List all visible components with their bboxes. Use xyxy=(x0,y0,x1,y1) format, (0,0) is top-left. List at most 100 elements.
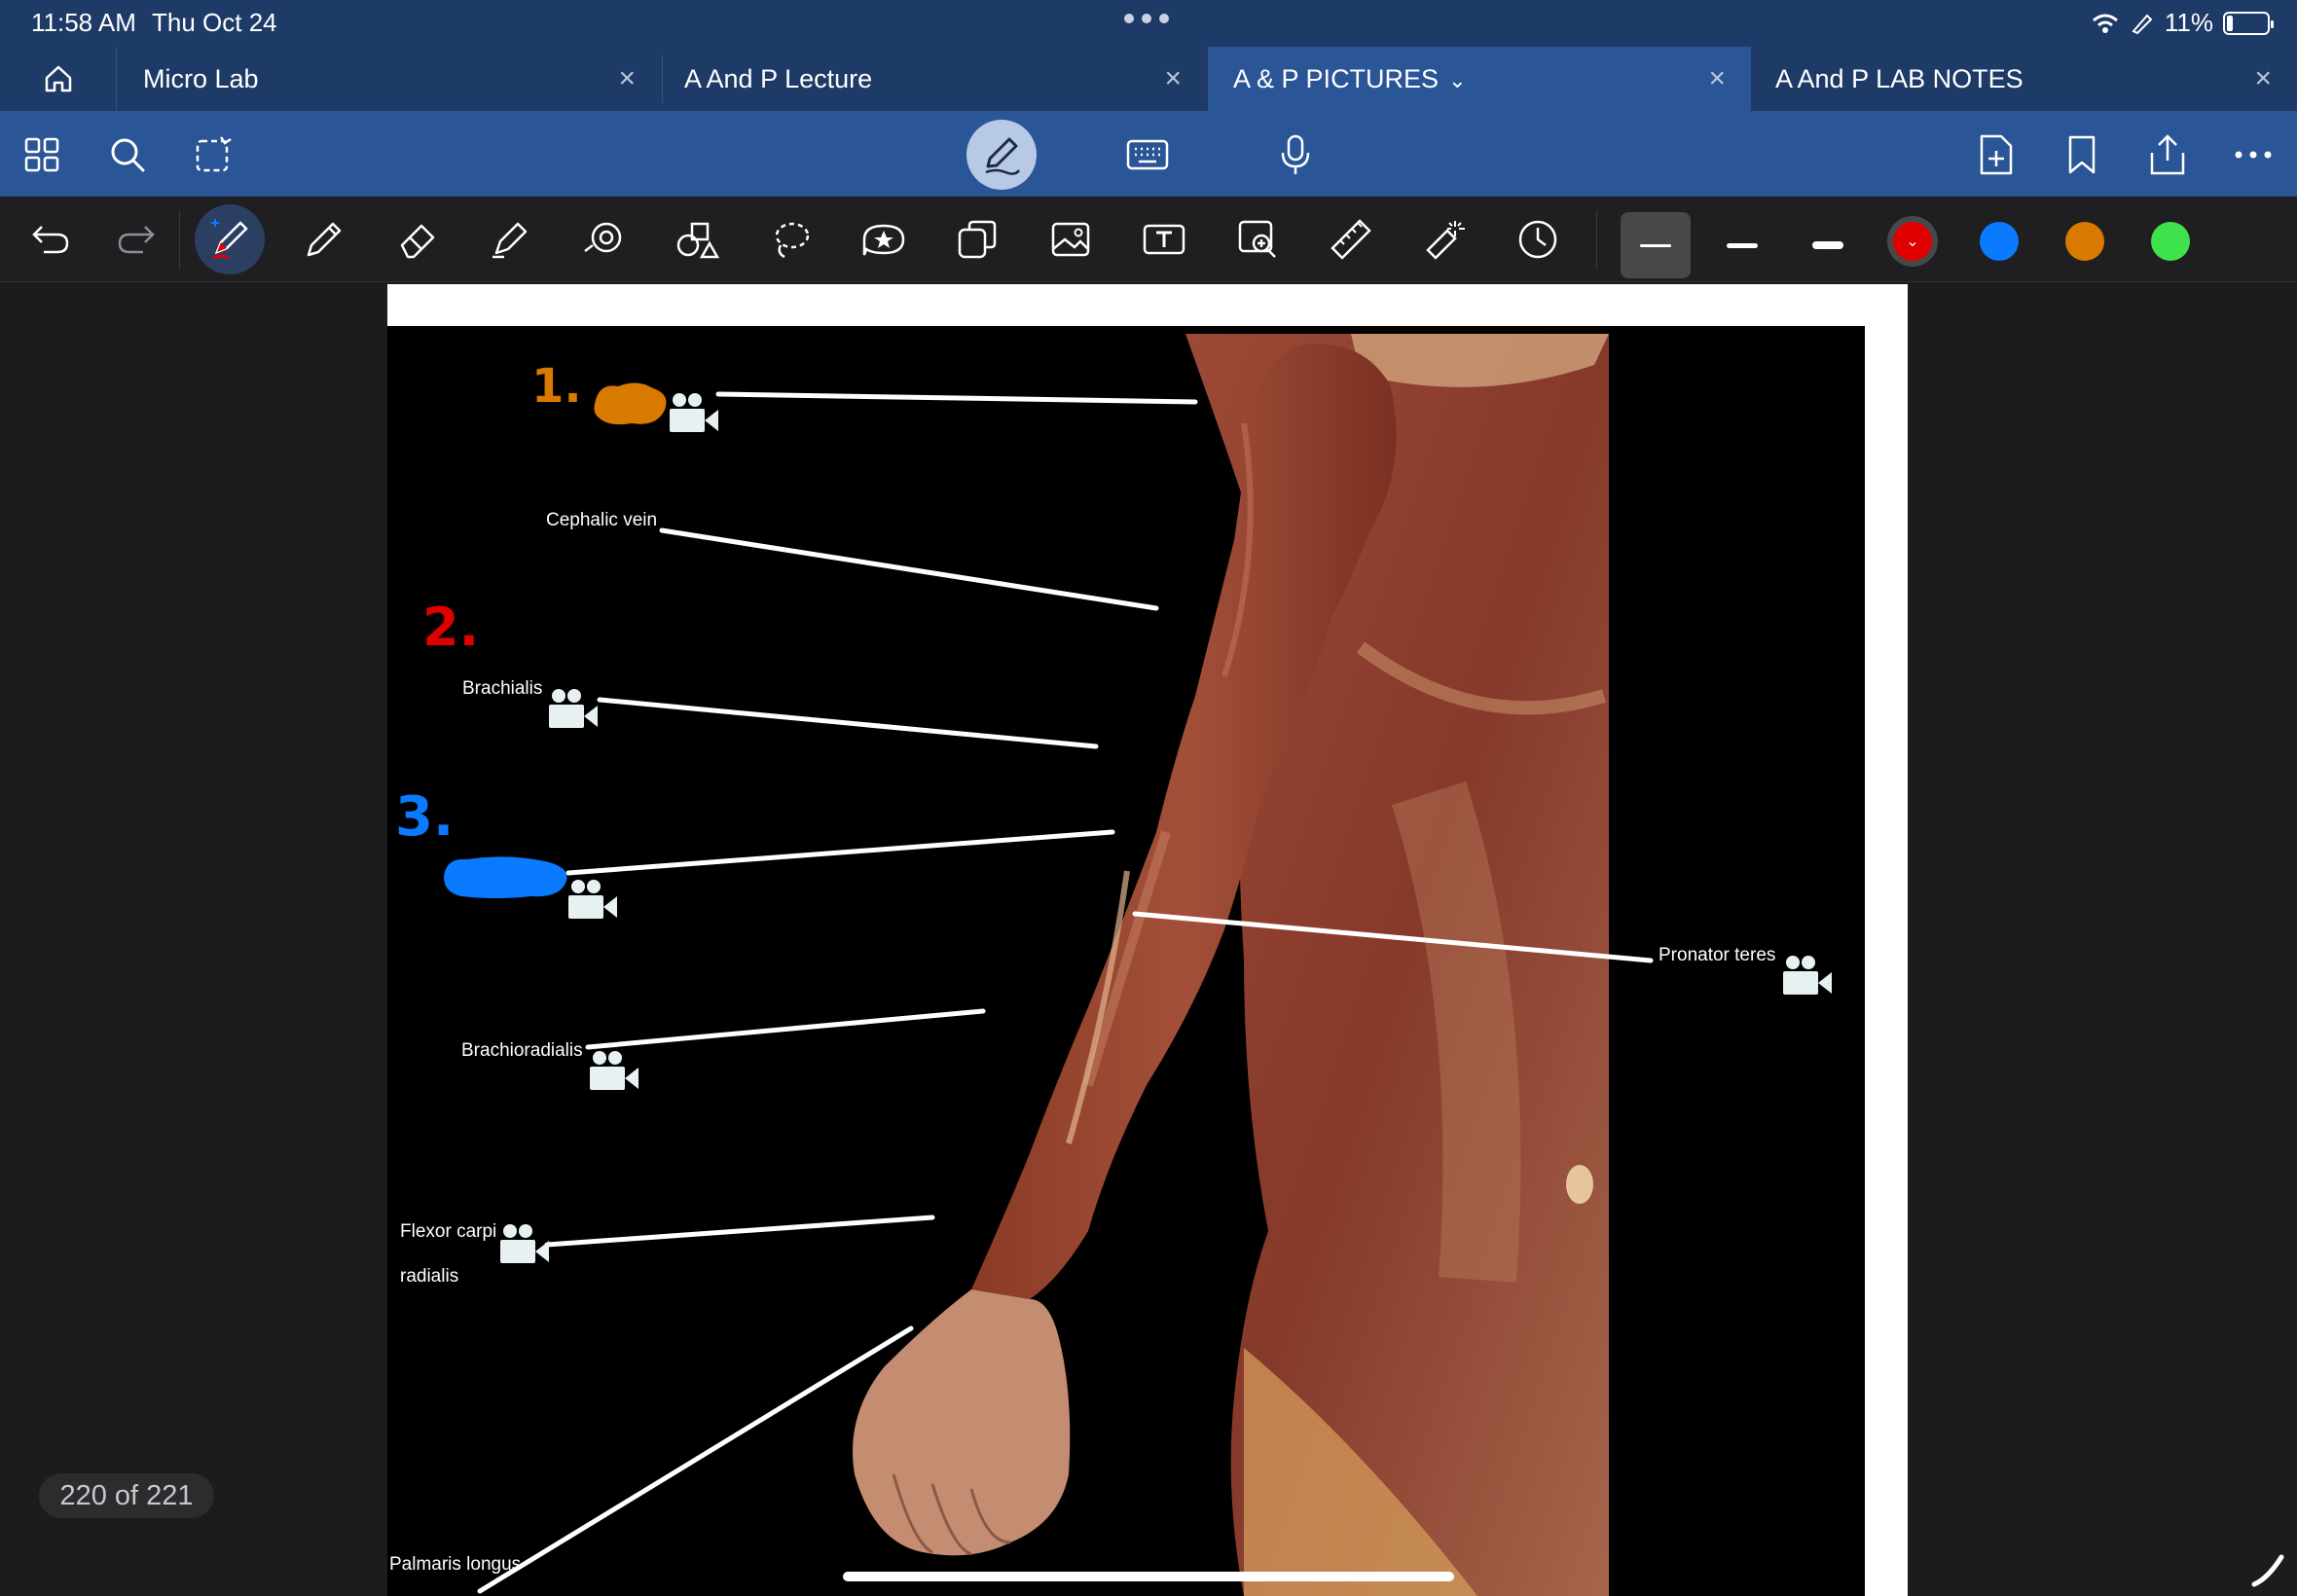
lasso-tool-button[interactable] xyxy=(763,212,818,267)
grid-icon xyxy=(24,137,59,172)
color-red-button[interactable]: ⌄ xyxy=(1893,222,1932,261)
tab-micro-lab[interactable]: Micro Lab × xyxy=(118,47,661,111)
ruler-icon xyxy=(1331,219,1371,260)
video-camera-icon[interactable] xyxy=(588,1048,640,1095)
video-camera-icon[interactable] xyxy=(498,1221,551,1268)
microphone-button[interactable] xyxy=(1269,128,1322,181)
add-page-icon xyxy=(1980,134,2013,175)
zoom-image-icon xyxy=(1238,220,1276,258)
bookmark-button[interactable] xyxy=(2056,128,2108,181)
pencil-icon xyxy=(985,137,1021,175)
status-time: 11:58 AM xyxy=(31,8,136,37)
recents-tool-button[interactable] xyxy=(1511,212,1565,267)
text-tool-button[interactable] xyxy=(1137,212,1191,267)
eraser-tool-button[interactable] xyxy=(390,212,445,267)
app-window: 11:58 AM Thu Oct 24 11% Micro Lab × A An… xyxy=(0,0,2297,1596)
video-camera-icon[interactable] xyxy=(668,390,720,437)
ruler-tool-button[interactable] xyxy=(1324,212,1378,267)
thumbnails-button[interactable] xyxy=(16,128,68,181)
pencil-icon xyxy=(307,222,342,257)
search-icon xyxy=(111,138,145,172)
close-icon[interactable]: × xyxy=(1164,62,1182,95)
orange-scribble xyxy=(594,382,667,425)
image-icon xyxy=(1051,222,1090,257)
add-page-button[interactable] xyxy=(1970,128,2023,181)
status-bar: 11:58 AM Thu Oct 24 11% xyxy=(0,0,2297,47)
tab-label: A & P PICTURES ⌄ xyxy=(1233,64,1467,94)
share-icon xyxy=(2150,134,2185,175)
color-green-button[interactable] xyxy=(2151,222,2190,261)
pen-mode-button[interactable] xyxy=(966,120,1037,190)
laser-pointer-icon xyxy=(1426,221,1465,260)
eraser-icon xyxy=(400,224,435,259)
label-palmaris-longus: Palmaris longus xyxy=(389,1554,522,1575)
home-indicator[interactable] xyxy=(843,1572,1454,1581)
annotation-number-2: 2. xyxy=(422,597,480,658)
pen-toolbar: ⌄ xyxy=(0,197,2297,282)
keyboard-icon xyxy=(1126,139,1169,170)
home-button[interactable] xyxy=(0,47,117,111)
pencil-tool-button[interactable] xyxy=(297,212,351,267)
elements-tool-button[interactable] xyxy=(670,212,724,267)
shape-tool-button[interactable] xyxy=(576,212,631,267)
battery-percent: 11% xyxy=(2164,8,2213,37)
pencil-hover-icon xyxy=(2251,1554,2284,1587)
image-tool-button[interactable] xyxy=(1043,212,1098,267)
annotation-number-3: 3. xyxy=(395,785,455,849)
keyboard-button[interactable] xyxy=(1121,128,1174,181)
undo-button[interactable] xyxy=(23,212,78,267)
elements-icon xyxy=(676,222,719,259)
close-icon[interactable]: × xyxy=(618,62,636,95)
annotation-number-1: 1. xyxy=(531,359,582,414)
scan-tool-button[interactable] xyxy=(1230,212,1285,267)
sticker-tool-button[interactable] xyxy=(857,212,911,267)
microphone-icon xyxy=(1281,134,1310,174)
share-button[interactable] xyxy=(2141,128,2194,181)
pen-tool-button[interactable] xyxy=(195,204,265,274)
tab-a-and-p-pictures[interactable]: A & P PICTURES ⌄ × xyxy=(1208,47,1751,111)
stroke-medium-icon xyxy=(1727,242,1758,248)
copy-tool-button[interactable] xyxy=(950,212,1004,267)
tab-label: A And P Lecture xyxy=(684,63,873,93)
wifi-icon xyxy=(2092,14,2118,33)
video-camera-icon[interactable] xyxy=(1781,953,1834,999)
document-page[interactable]: 1. 2. 3. Cephalic vein Brachialis Brachi… xyxy=(387,284,1908,1596)
close-icon[interactable]: × xyxy=(2254,62,2272,95)
redo-button[interactable] xyxy=(109,212,164,267)
redo-icon xyxy=(118,226,155,254)
close-icon[interactable]: × xyxy=(1708,62,1726,95)
video-camera-icon[interactable] xyxy=(547,686,600,733)
toolbar-divider xyxy=(179,210,180,269)
tab-bar: Micro Lab × A And P Lecture × A & P PICT… xyxy=(0,47,2297,111)
chevron-down-icon[interactable]: ⌄ xyxy=(1448,68,1466,92)
clock-icon xyxy=(1518,220,1557,259)
document-canvas[interactable]: 1. 2. 3. Cephalic vein Brachialis Brachi… xyxy=(0,282,2297,1596)
color-orange-button[interactable] xyxy=(2065,222,2104,261)
highlighter-icon xyxy=(492,222,528,259)
lasso-icon xyxy=(775,222,810,259)
stroke-medium-button[interactable] xyxy=(1707,212,1777,278)
select-button[interactable] xyxy=(187,128,239,181)
page-counter[interactable]: 220 of 221 xyxy=(39,1473,214,1518)
stroke-thick-button[interactable] xyxy=(1793,212,1863,278)
toolbar-divider xyxy=(1596,210,1597,269)
search-button[interactable] xyxy=(101,128,154,181)
label-flexor-carpi-line1: Flexor carpi xyxy=(400,1221,497,1242)
document-toolbar xyxy=(0,111,2297,197)
stroke-thin-button[interactable] xyxy=(1621,212,1691,278)
bookmark-icon xyxy=(2068,135,2096,174)
battery-icon xyxy=(2223,11,2274,35)
highlighter-tool-button[interactable] xyxy=(483,212,537,267)
lasso-select-icon xyxy=(196,136,232,172)
more-icon xyxy=(2235,151,2272,159)
video-camera-icon[interactable] xyxy=(566,877,619,924)
blue-scribble xyxy=(444,856,567,898)
tab-a-and-p-lecture[interactable]: A And P Lecture × xyxy=(663,47,1207,111)
multitask-dots-icon[interactable] xyxy=(1124,14,1169,23)
more-button[interactable] xyxy=(2227,128,2279,181)
tab-a-and-p-lab-notes[interactable]: A And P LAB NOTES × xyxy=(1752,47,2297,111)
anatomy-slide: 1. 2. 3. Cephalic vein Brachialis Brachi… xyxy=(387,326,1865,1596)
color-blue-button[interactable] xyxy=(1980,222,2019,261)
label-brachialis: Brachialis xyxy=(462,678,543,699)
laser-tool-button[interactable] xyxy=(1417,212,1472,267)
